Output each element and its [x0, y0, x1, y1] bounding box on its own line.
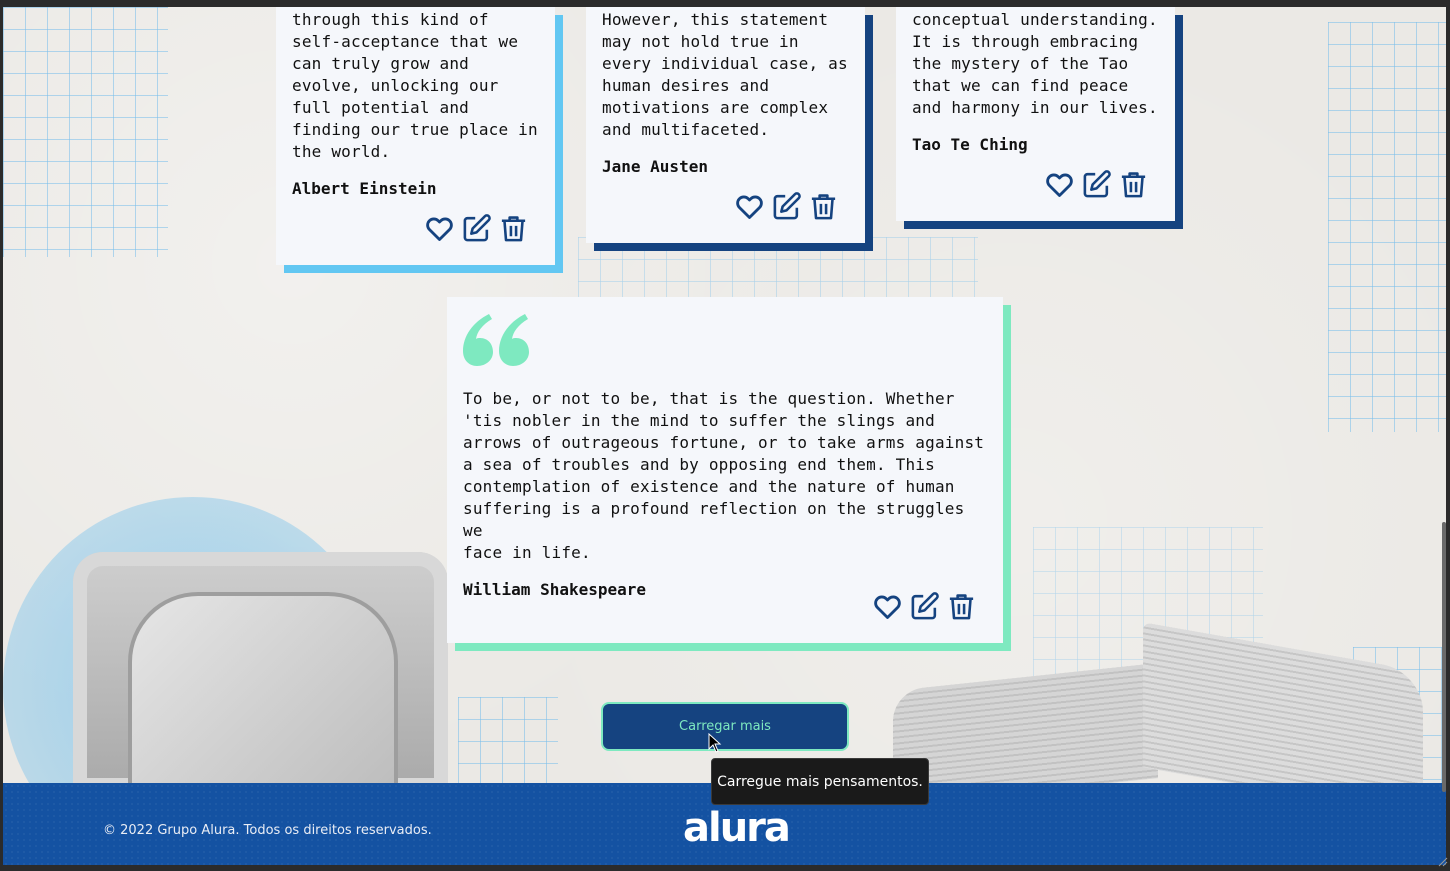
quote-icon	[463, 314, 529, 366]
heart-icon[interactable]	[1044, 169, 1075, 200]
thought-card: conceptual understanding. It is through …	[896, 7, 1175, 221]
load-more-button[interactable]: Carregar mais	[601, 702, 849, 751]
thought-text: To be, or not to be, that is the questio…	[463, 389, 985, 562]
edit-icon[interactable]	[1081, 169, 1112, 200]
thought-author: Tao Te Ching	[912, 135, 1028, 154]
scrollbar[interactable]	[1442, 522, 1446, 792]
featured-thought-card: To be, or not to be, that is the questio…	[447, 297, 1003, 643]
copyright-text: © 2022 Grupo Alura. Todos os direitos re…	[103, 823, 432, 838]
edit-icon[interactable]	[461, 213, 492, 244]
trash-icon[interactable]	[946, 591, 977, 622]
load-more-tooltip: Carregue mais pensamentos.	[711, 758, 929, 805]
trash-icon[interactable]	[498, 213, 529, 244]
alura-logo[interactable]: alura	[683, 805, 791, 851]
thought-author: Albert Einstein	[292, 179, 437, 198]
mouse-cursor-icon	[708, 733, 722, 753]
thought-card: However, this statement may not hold tru…	[586, 7, 865, 243]
heart-icon[interactable]	[424, 213, 455, 244]
card-actions	[734, 191, 839, 222]
book-image	[893, 622, 1423, 817]
card-actions	[872, 591, 977, 622]
edit-icon[interactable]	[909, 591, 940, 622]
grid-decoration	[1328, 22, 1446, 432]
grid-decoration	[3, 7, 168, 257]
tv-image	[73, 552, 448, 792]
thought-text: conceptual understanding. It is through …	[912, 10, 1158, 117]
trash-icon[interactable]	[808, 191, 839, 222]
thought-text: through this kind of self-acceptance tha…	[292, 10, 538, 161]
heart-icon[interactable]	[872, 591, 903, 622]
card-actions	[1044, 169, 1149, 200]
trash-icon[interactable]	[1118, 169, 1149, 200]
resize-grip-icon[interactable]	[1436, 855, 1448, 867]
thought-text: However, this statement may not hold tru…	[602, 10, 848, 139]
thought-card: through this kind of self-acceptance tha…	[276, 7, 555, 265]
heart-icon[interactable]	[734, 191, 765, 222]
thought-author: Jane Austen	[602, 157, 708, 176]
edit-icon[interactable]	[771, 191, 802, 222]
grid-decoration	[458, 697, 558, 787]
card-actions	[424, 213, 529, 244]
